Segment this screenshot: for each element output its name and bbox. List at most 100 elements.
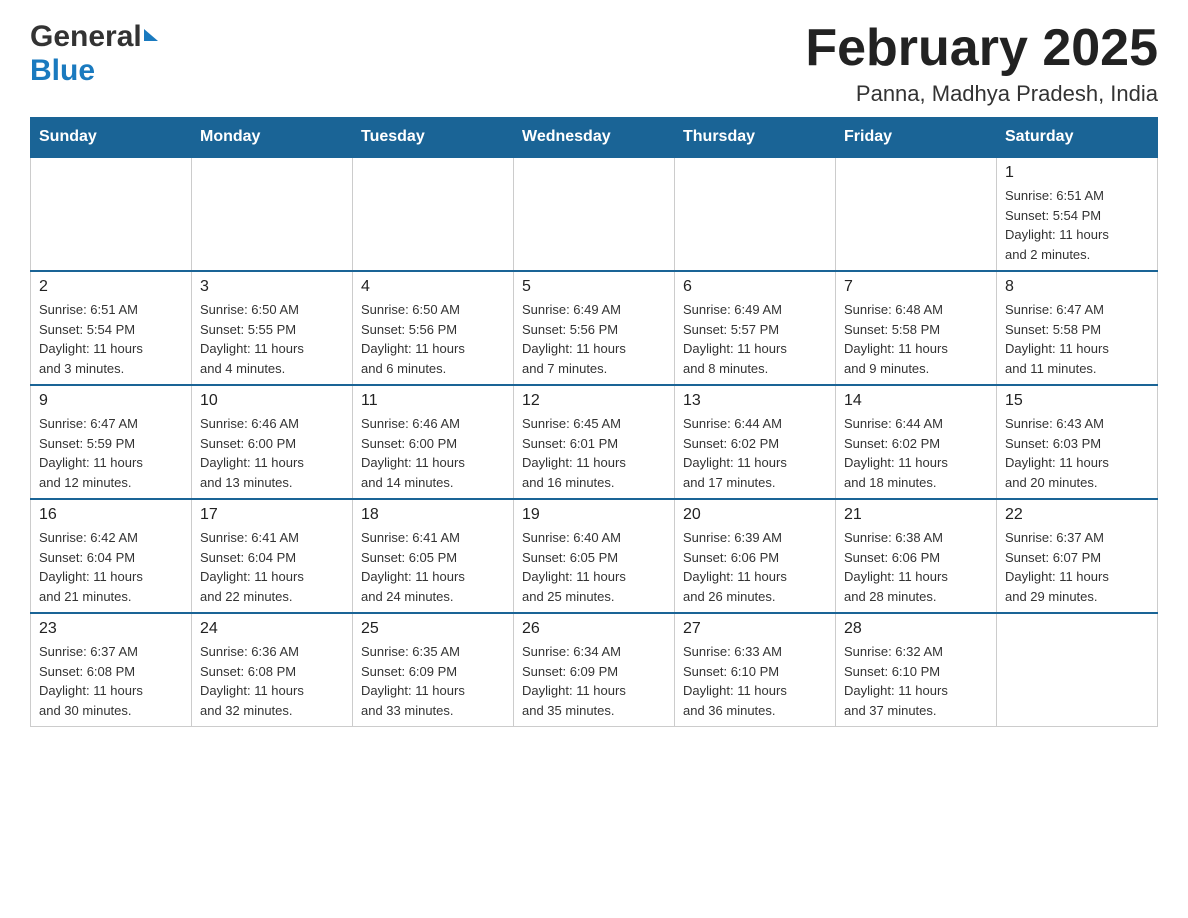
week-row-5: 23 Sunrise: 6:37 AMSunset: 6:08 PMDayligh…	[31, 613, 1158, 727]
col-sunday: Sunday	[31, 118, 192, 158]
day-number: 26	[522, 620, 666, 638]
table-row: 17Sunrise: 6:41 AMSunset: 6:04 PMDayligh…	[192, 499, 353, 613]
day-number: 1	[1005, 164, 1149, 182]
table-row: 1 Sunrise: 6:51 AMSunset: 5:54 PMDaylight…	[997, 157, 1158, 271]
col-monday: Monday	[192, 118, 353, 158]
table-row	[836, 157, 997, 271]
day-number: 9	[39, 392, 183, 410]
location-text: Panna, Madhya Pradesh, India	[805, 81, 1158, 107]
day-info: Sunrise: 6:48 AMSunset: 5:58 PMDaylight:…	[844, 300, 988, 378]
day-info: Sunrise: 6:49 AMSunset: 5:56 PMDaylight:…	[522, 300, 666, 378]
day-info: Sunrise: 6:36 AMSunset: 6:08 PMDaylight:…	[200, 642, 344, 720]
day-number: 7	[844, 278, 988, 296]
week-row-3: 9 Sunrise: 6:47 AMSunset: 5:59 PMDaylight…	[31, 385, 1158, 499]
day-info: Sunrise: 6:34 AMSunset: 6:09 PMDaylight:…	[522, 642, 666, 720]
day-info: Sunrise: 6:50 AMSunset: 5:56 PMDaylight:…	[361, 300, 505, 378]
table-row: 15 Sunrise: 6:43 AMSunset: 6:03 PMDayligh…	[997, 385, 1158, 499]
day-info: Sunrise: 6:51 AMSunset: 5:54 PMDaylight:…	[1005, 186, 1149, 264]
calendar-header-row: Sunday Monday Tuesday Wednesday Thursday…	[31, 118, 1158, 158]
table-row	[997, 613, 1158, 727]
table-row: 8 Sunrise: 6:47 AMSunset: 5:58 PMDaylight…	[997, 271, 1158, 385]
day-info: Sunrise: 6:44 AMSunset: 6:02 PMDaylight:…	[844, 414, 988, 492]
day-info: Sunrise: 6:40 AMSunset: 6:05 PMDaylight:…	[522, 528, 666, 606]
day-number: 5	[522, 278, 666, 296]
col-thursday: Thursday	[675, 118, 836, 158]
table-row: 20 Sunrise: 6:39 AMSunset: 6:06 PMDayligh…	[675, 499, 836, 613]
day-number: 3	[200, 278, 344, 296]
day-number: 2	[39, 278, 183, 296]
table-row: 13 Sunrise: 6:44 AMSunset: 6:02 PMDayligh…	[675, 385, 836, 499]
table-row	[353, 157, 514, 271]
day-number: 19	[522, 506, 666, 524]
day-number: 17	[200, 506, 344, 524]
day-info: Sunrise: 6:46 AMSunset: 6:00 PMDaylight:…	[200, 414, 344, 492]
title-section: February 2025 Panna, Madhya Pradesh, Ind…	[805, 20, 1158, 107]
day-info: Sunrise: 6:47 AMSunset: 5:59 PMDaylight:…	[39, 414, 183, 492]
day-number: 6	[683, 278, 827, 296]
day-number: 8	[1005, 278, 1149, 296]
logo: General Blue	[30, 20, 158, 88]
col-friday: Friday	[836, 118, 997, 158]
table-row: 11Sunrise: 6:46 AMSunset: 6:00 PMDayligh…	[353, 385, 514, 499]
day-info: Sunrise: 6:37 AMSunset: 6:08 PMDaylight:…	[39, 642, 183, 720]
table-row: 19 Sunrise: 6:40 AMSunset: 6:05 PMDayligh…	[514, 499, 675, 613]
day-number: 10	[200, 392, 344, 410]
day-info: Sunrise: 6:44 AMSunset: 6:02 PMDaylight:…	[683, 414, 827, 492]
day-info: Sunrise: 6:45 AMSunset: 6:01 PMDaylight:…	[522, 414, 666, 492]
day-info: Sunrise: 6:33 AMSunset: 6:10 PMDaylight:…	[683, 642, 827, 720]
week-row-1: 1 Sunrise: 6:51 AMSunset: 5:54 PMDaylight…	[31, 157, 1158, 271]
week-row-2: 2Sunrise: 6:51 AMSunset: 5:54 PMDaylight…	[31, 271, 1158, 385]
day-number: 16	[39, 506, 183, 524]
day-number: 28	[844, 620, 988, 638]
day-info: Sunrise: 6:49 AMSunset: 5:57 PMDaylight:…	[683, 300, 827, 378]
day-number: 4	[361, 278, 505, 296]
logo-arrow-icon	[144, 29, 158, 41]
table-row: 21Sunrise: 6:38 AMSunset: 6:06 PMDayligh…	[836, 499, 997, 613]
day-number: 15	[1005, 392, 1149, 410]
table-row: 25Sunrise: 6:35 AMSunset: 6:09 PMDayligh…	[353, 613, 514, 727]
day-number: 27	[683, 620, 827, 638]
day-info: Sunrise: 6:47 AMSunset: 5:58 PMDaylight:…	[1005, 300, 1149, 378]
day-number: 22	[1005, 506, 1149, 524]
table-row: 12Sunrise: 6:45 AMSunset: 6:01 PMDayligh…	[514, 385, 675, 499]
table-row: 7 Sunrise: 6:48 AMSunset: 5:58 PMDaylight…	[836, 271, 997, 385]
day-info: Sunrise: 6:39 AMSunset: 6:06 PMDaylight:…	[683, 528, 827, 606]
col-tuesday: Tuesday	[353, 118, 514, 158]
day-info: Sunrise: 6:41 AMSunset: 6:05 PMDaylight:…	[361, 528, 505, 606]
col-wednesday: Wednesday	[514, 118, 675, 158]
table-row: 26 Sunrise: 6:34 AMSunset: 6:09 PMDayligh…	[514, 613, 675, 727]
day-number: 23	[39, 620, 183, 638]
day-number: 13	[683, 392, 827, 410]
logo-general-text: General	[30, 20, 142, 54]
day-number: 20	[683, 506, 827, 524]
day-info: Sunrise: 6:43 AMSunset: 6:03 PMDaylight:…	[1005, 414, 1149, 492]
table-row: 5 Sunrise: 6:49 AMSunset: 5:56 PMDaylight…	[514, 271, 675, 385]
table-row: 3 Sunrise: 6:50 AMSunset: 5:55 PMDaylight…	[192, 271, 353, 385]
table-row: 14 Sunrise: 6:44 AMSunset: 6:02 PMDayligh…	[836, 385, 997, 499]
table-row	[192, 157, 353, 271]
day-info: Sunrise: 6:50 AMSunset: 5:55 PMDaylight:…	[200, 300, 344, 378]
col-saturday: Saturday	[997, 118, 1158, 158]
day-info: Sunrise: 6:38 AMSunset: 6:06 PMDaylight:…	[844, 528, 988, 606]
table-row: 27 Sunrise: 6:33 AMSunset: 6:10 PMDayligh…	[675, 613, 836, 727]
day-info: Sunrise: 6:42 AMSunset: 6:04 PMDaylight:…	[39, 528, 183, 606]
day-number: 14	[844, 392, 988, 410]
table-row: 28Sunrise: 6:32 AMSunset: 6:10 PMDayligh…	[836, 613, 997, 727]
day-info: Sunrise: 6:35 AMSunset: 6:09 PMDaylight:…	[361, 642, 505, 720]
month-title: February 2025	[805, 20, 1158, 77]
calendar-table: Sunday Monday Tuesday Wednesday Thursday…	[30, 117, 1158, 727]
table-row	[31, 157, 192, 271]
week-row-4: 16 Sunrise: 6:42 AMSunset: 6:04 PMDayligh…	[31, 499, 1158, 613]
day-info: Sunrise: 6:37 AMSunset: 6:07 PMDaylight:…	[1005, 528, 1149, 606]
table-row: 6 Sunrise: 6:49 AMSunset: 5:57 PMDaylight…	[675, 271, 836, 385]
table-row	[514, 157, 675, 271]
table-row: 22 Sunrise: 6:37 AMSunset: 6:07 PMDayligh…	[997, 499, 1158, 613]
page-header: General Blue February 2025 Panna, Madhya…	[30, 20, 1158, 107]
table-row	[675, 157, 836, 271]
day-number: 24	[200, 620, 344, 638]
day-number: 11	[361, 392, 505, 410]
table-row: 18Sunrise: 6:41 AMSunset: 6:05 PMDayligh…	[353, 499, 514, 613]
table-row: 10 Sunrise: 6:46 AMSunset: 6:00 PMDayligh…	[192, 385, 353, 499]
table-row: 16 Sunrise: 6:42 AMSunset: 6:04 PMDayligh…	[31, 499, 192, 613]
logo-blue-text: Blue	[30, 54, 95, 88]
